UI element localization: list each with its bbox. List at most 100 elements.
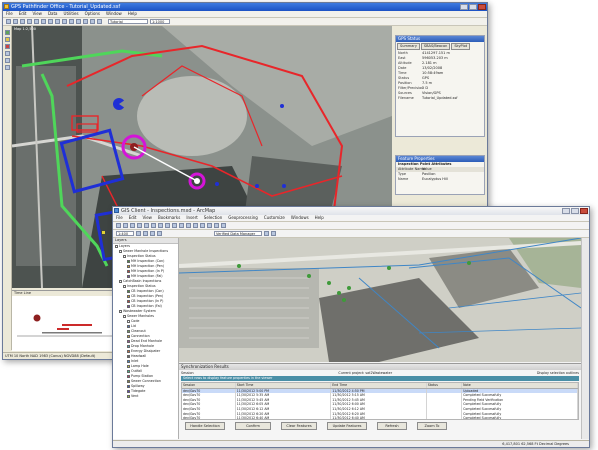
menu-utilities[interactable]: Utilities: [64, 11, 79, 17]
tool-point-icon[interactable]: [4, 65, 10, 70]
zoom-icon[interactable]: [55, 19, 60, 24]
minimize-button[interactable]: [460, 4, 468, 10]
measure-icon[interactable]: [76, 19, 81, 24]
menu-data[interactable]: Data: [48, 11, 58, 17]
arcmap-menu-windows[interactable]: Windows: [291, 215, 309, 221]
zoom-to-button[interactable]: Zoom To: [417, 422, 447, 430]
arcmap-scale-combo[interactable]: 1:400: [116, 231, 134, 236]
arcmap-editor-icon[interactable]: [136, 231, 141, 236]
arcmap-download-icon[interactable]: [271, 231, 276, 236]
pan-icon[interactable]: [62, 19, 67, 24]
pathfinder-menubar: File Edit View Data Utilities Options Wi…: [3, 11, 487, 18]
arcmap-point-2: [327, 281, 331, 285]
arcmap-point-4: [342, 298, 346, 302]
layer-symbol-icon: [127, 370, 130, 373]
menu-window[interactable]: Window: [106, 11, 122, 17]
open-icon[interactable]: [13, 19, 18, 24]
arcmap-zoom-out-icon[interactable]: [186, 223, 191, 228]
tool-stop-icon[interactable]: [4, 44, 10, 49]
arcmap-undo-icon[interactable]: [165, 223, 170, 228]
arcmap-menu-edit[interactable]: Edit: [129, 215, 137, 221]
arcmap-upload-icon[interactable]: [264, 231, 269, 236]
arcmap-maximize-button[interactable]: [571, 208, 579, 214]
gps-status-rows: North 4141297.151 m East 596053.203 m Alti…: [396, 50, 484, 101]
map-icon[interactable]: [34, 19, 39, 24]
toc-layer-item[interactable]: Vent: [113, 394, 178, 399]
tool-feature-icon[interactable]: [4, 30, 10, 35]
arcmap-measure-icon[interactable]: [221, 223, 226, 228]
arcmap-data-manager-combo[interactable]: Verified Data Manager: [214, 231, 262, 236]
toc-layer-label: Vent: [131, 394, 139, 398]
menu-view[interactable]: View: [32, 11, 42, 17]
arcmap-map-view[interactable]: [179, 238, 581, 362]
arcmap-menu-bookmarks[interactable]: Bookmarks: [158, 215, 180, 221]
confirm-button[interactable]: Confirm: [235, 422, 271, 430]
close-button[interactable]: [478, 4, 486, 10]
style-combo[interactable]: Tutorial: [108, 19, 148, 24]
menu-options[interactable]: Options: [85, 11, 100, 17]
arcmap-copy-icon[interactable]: [151, 223, 156, 228]
print-icon[interactable]: [27, 19, 32, 24]
save-icon[interactable]: [20, 19, 25, 24]
arcmap-app-icon: [114, 208, 119, 213]
arcmap-save-icon[interactable]: [130, 223, 135, 228]
tool-waypoint-icon[interactable]: [4, 37, 10, 42]
arcmap-sync-icon[interactable]: [157, 231, 162, 236]
arcmap-zoom-in-icon[interactable]: [179, 223, 184, 228]
clear-features-button[interactable]: Clear Features: [281, 422, 317, 430]
arcmap-pan-icon[interactable]: [193, 223, 198, 228]
tool-line-icon[interactable]: [4, 51, 10, 56]
pos-icon[interactable]: [48, 19, 53, 24]
maximize-button[interactable]: [469, 4, 477, 10]
select-icon[interactable]: [69, 19, 74, 24]
arcmap-vertex-icon[interactable]: [150, 231, 155, 236]
arcmap-new-icon[interactable]: [116, 223, 121, 228]
arcmap-identify-icon[interactable]: [207, 223, 212, 228]
arcmap-menu-help[interactable]: Help: [315, 215, 324, 221]
menu-help[interactable]: Help: [128, 11, 137, 17]
arcmap-titlebar: GIS Client - Inspections.mxd - ArcMap: [113, 207, 589, 215]
time-icon[interactable]: [41, 19, 46, 24]
arcmap-full-extent-icon[interactable]: [200, 223, 205, 228]
arcmap-menu-geoprocessing[interactable]: Geoprocessing: [228, 215, 258, 221]
arcmap-paste-icon[interactable]: [158, 223, 163, 228]
arcmap-menu-view[interactable]: View: [142, 215, 152, 221]
arcmap-select-icon[interactable]: [214, 223, 219, 228]
feature-icon[interactable]: [97, 19, 102, 24]
arcmap-window: GIS Client - Inspections.mxd - ArcMap Fi…: [112, 206, 590, 448]
layer-symbol-icon: [123, 255, 126, 258]
update-features-button[interactable]: Update Features: [327, 422, 367, 430]
arcmap-cut-icon[interactable]: [144, 223, 149, 228]
arcmap-minimize-button[interactable]: [562, 208, 570, 214]
feature-row-name[interactable]: Name Eucalyptus Hill: [396, 177, 484, 182]
arcmap-menu-selection[interactable]: Selection: [204, 215, 222, 221]
arcmap-close-button[interactable]: [580, 208, 588, 214]
layers-icon[interactable]: [83, 19, 88, 24]
tab-summary[interactable]: Summary: [397, 43, 420, 50]
arcmap-sketch-icon[interactable]: [143, 231, 148, 236]
sync-results-panel: Synchronization Results Session Current …: [179, 363, 581, 440]
arcmap-menu-insert[interactable]: Insert: [186, 215, 197, 221]
refresh-button[interactable]: Refresh: [377, 422, 407, 430]
sync-info-banner: Select rows to display feature propertie…: [181, 376, 579, 381]
tab-skyplot[interactable]: SkyPlot: [451, 43, 471, 50]
sync-display-outlines-checkbox[interactable]: Display selection outlines: [537, 371, 579, 375]
gps-row-filename-key: Filename: [398, 96, 414, 100]
arcmap-open-icon[interactable]: [123, 223, 128, 228]
arcmap-menubar: File Edit View Bookmarks Insert Selectio…: [113, 215, 589, 222]
handle-selection-button[interactable]: Handle Selection: [185, 422, 225, 430]
gps-icon[interactable]: [90, 19, 95, 24]
menu-file[interactable]: File: [6, 11, 13, 17]
arcmap-point-5: [347, 286, 351, 290]
arcmap-add-data-icon[interactable]: [172, 223, 177, 228]
tool-area-icon[interactable]: [4, 58, 10, 63]
tab-sbas[interactable]: SBAS/Beacon: [420, 43, 451, 50]
arcmap-menu-file[interactable]: File: [116, 215, 123, 221]
pathfinder-titlebar: GPS Pathfinder Office - Tutorial_Updated…: [3, 3, 487, 11]
arcmap-menu-customize[interactable]: Customize: [264, 215, 285, 221]
new-icon[interactable]: [6, 19, 11, 24]
arcmap-print-icon[interactable]: [137, 223, 142, 228]
menu-edit[interactable]: Edit: [19, 11, 27, 17]
scale-combo[interactable]: 1:1000: [150, 19, 170, 24]
time-bar-1: [62, 324, 92, 326]
